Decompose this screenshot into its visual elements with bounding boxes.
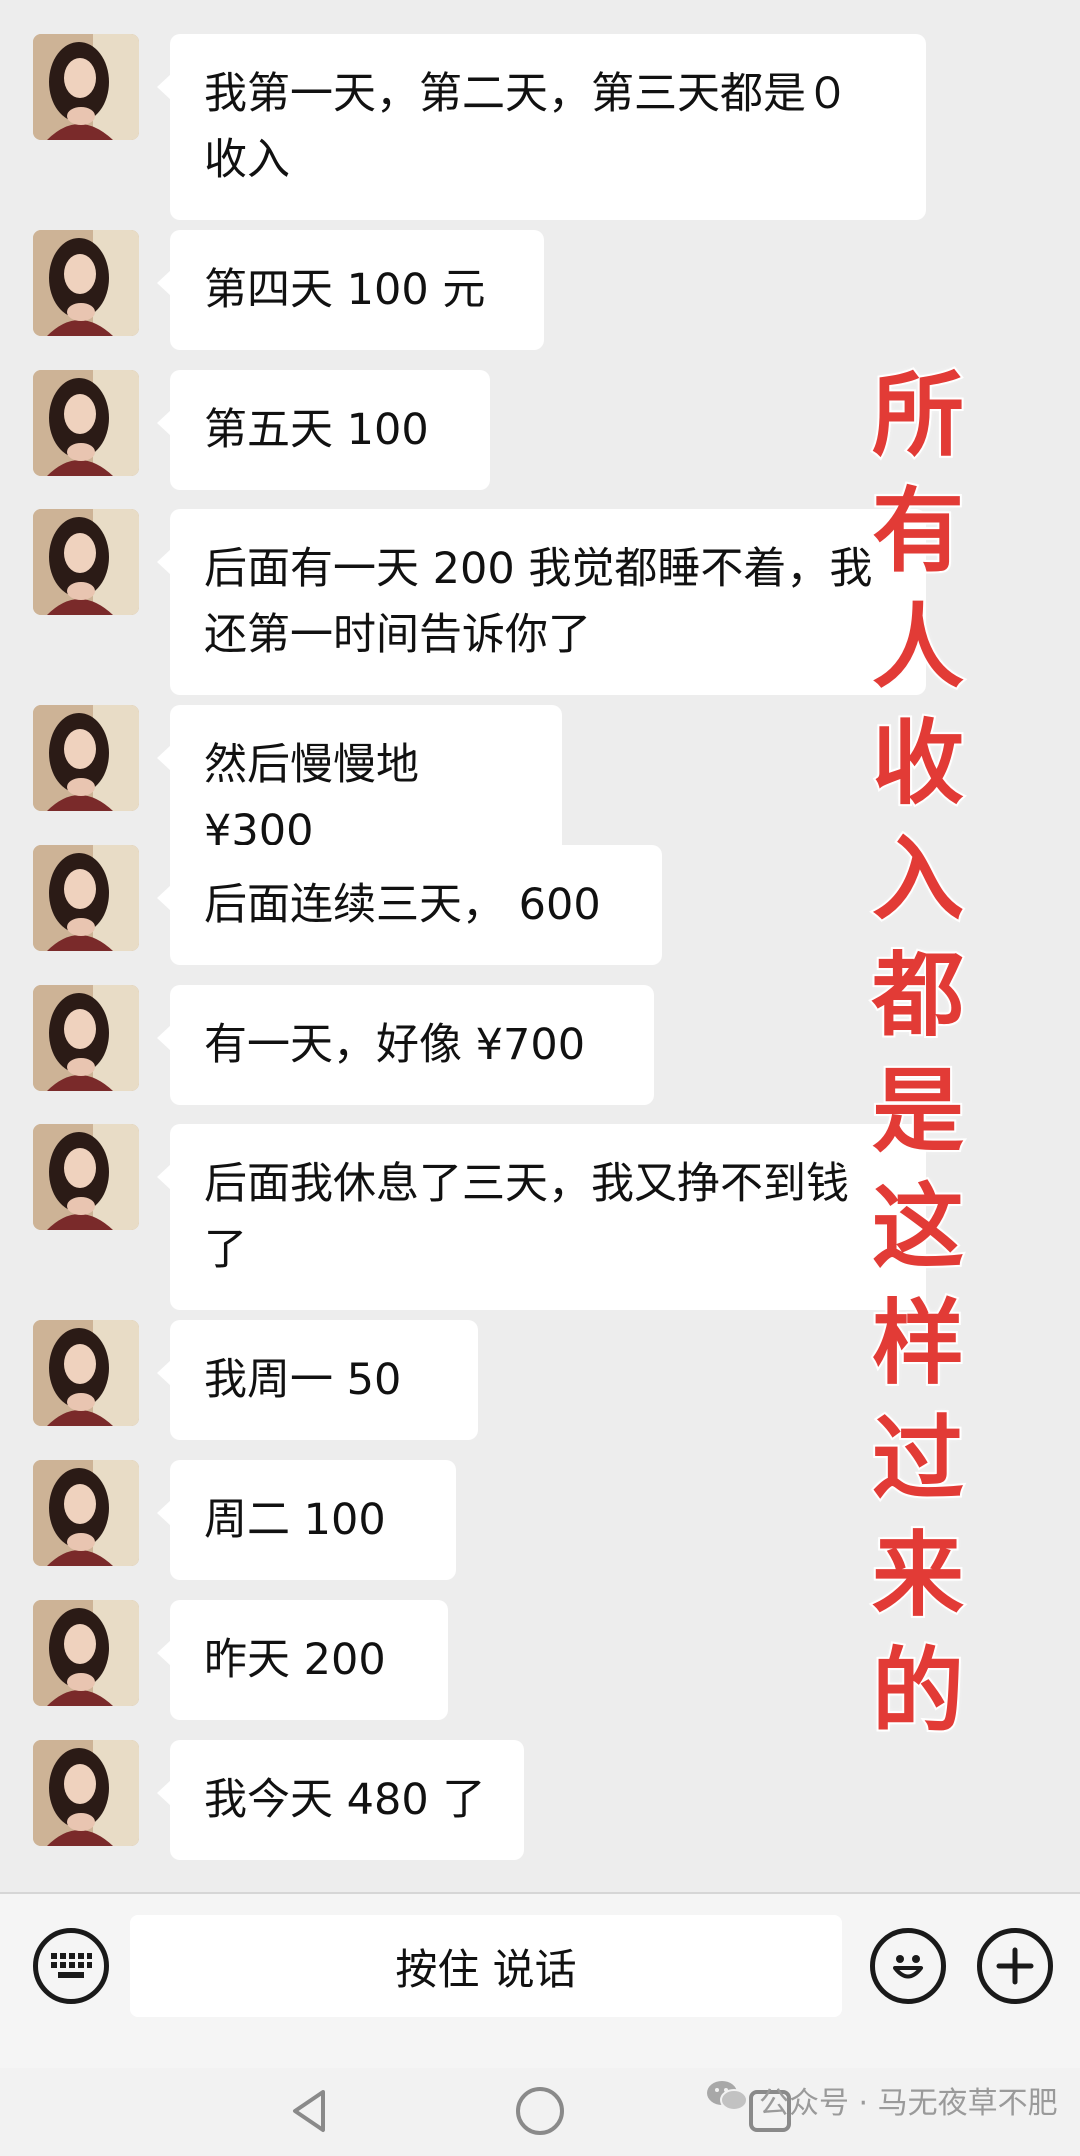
keyboard-icon[interactable] [33,1928,109,2004]
avatar[interactable] [33,1124,139,1230]
message-bubble[interactable]: 后面我休息了三天，我又挣不到钱 了 [157,1124,926,1310]
message-bubble[interactable]: 我周一 50 [157,1320,478,1440]
avatar[interactable] [33,509,139,615]
chat-area: 我第一天，第二天，第三天都是０ 收入 第四天 100 元第五天 100 后面有一天 … [0,0,1080,1892]
hold-to-talk-label: 按住 说话 [395,1944,577,1994]
overlay-char: 来 [870,1520,966,1631]
message-bubble[interactable]: 昨天 200 [157,1600,448,1720]
message-bubble[interactable]: 后面有一天 200 我觉都睡不着，我 还第一时间告诉你了 [157,509,926,695]
avatar[interactable] [33,1460,139,1566]
plus-icon[interactable] [977,1928,1053,2004]
back-triangle-icon[interactable] [275,2076,345,2146]
avatar[interactable] [33,370,139,476]
overlay-char: 都 [870,940,966,1051]
message-bubble[interactable]: 有一天，好像 ¥700 [157,985,654,1105]
message-bubble[interactable]: 我今天 480 了 [157,1740,524,1860]
avatar[interactable] [33,230,139,336]
overlay-char: 的 [870,1636,966,1747]
message-bubble[interactable]: 我第一天，第二天，第三天都是０ 收入 [157,34,926,220]
overlay-char: 收 [870,708,966,819]
hold-to-talk-button[interactable]: 按住 说话 [130,1915,842,2017]
watermark: 公众号 · 马无夜草不肥 [705,2070,1058,2130]
message-bubble[interactable]: 第五天 100 [157,370,490,490]
avatar[interactable] [33,34,139,140]
message-bubble[interactable]: 后面连续三天， 600 [157,845,662,965]
avatar[interactable] [33,1600,139,1706]
watermark-text: 公众号 · 马无夜草不肥 [759,2086,1058,2121]
wechat-icon [705,2078,749,2122]
home-circle-icon[interactable] [505,2076,575,2146]
message-bubble[interactable]: 第四天 100 元 [157,230,544,350]
avatar[interactable] [33,1740,139,1846]
overlay-char: 过 [870,1404,966,1515]
avatar[interactable] [33,1320,139,1426]
message-bubble[interactable]: 周二 100 [157,1460,456,1580]
overlay-char: 所 [870,360,966,471]
emoji-icon[interactable] [870,1928,946,2004]
avatar[interactable] [33,705,139,811]
input-bar: 按住 说话 [0,1892,1080,2068]
avatar[interactable] [33,845,139,951]
overlay-char: 入 [870,824,966,935]
avatar[interactable] [33,985,139,1091]
